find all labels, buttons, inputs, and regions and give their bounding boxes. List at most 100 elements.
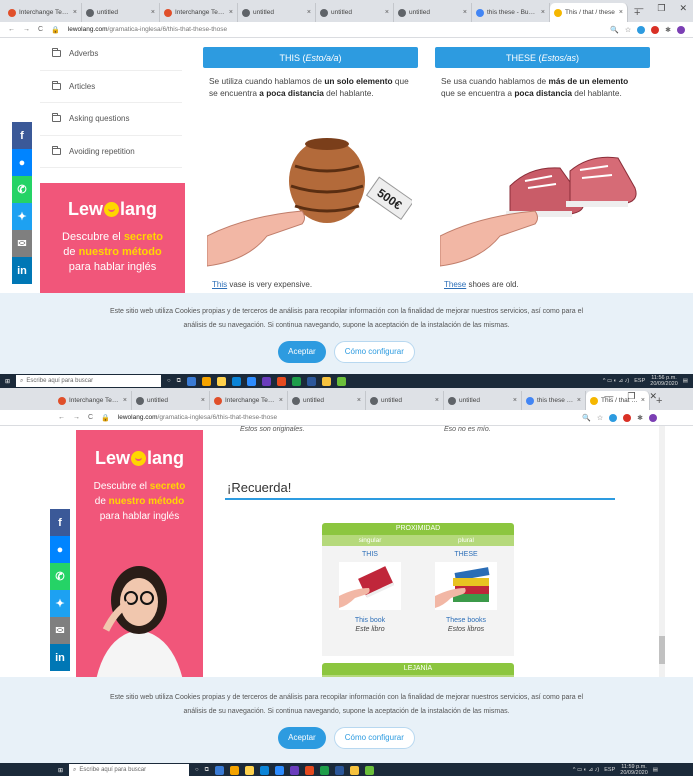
file-explorer-icon[interactable] (244, 765, 254, 775)
star-icon[interactable]: ☆ (625, 26, 631, 34)
search-icon[interactable]: 🔍 (582, 414, 591, 422)
task-view-icon[interactable]: ⧉ (205, 767, 209, 774)
avatar[interactable] (649, 413, 657, 422)
maximize-icon[interactable]: ❐ (657, 3, 665, 14)
app-icon[interactable] (319, 765, 329, 775)
back-icon[interactable]: ← (8, 26, 15, 33)
close-icon[interactable]: × (577, 397, 581, 404)
close-icon[interactable]: × (463, 9, 467, 16)
edge-icon[interactable] (214, 765, 224, 775)
opera-icon[interactable] (623, 413, 632, 422)
puzzle-icon[interactable]: ✱ (665, 26, 671, 34)
app-icon[interactable] (276, 376, 286, 386)
forward-icon[interactable]: → (73, 414, 80, 421)
search-icon[interactable]: 🔍 (610, 26, 619, 34)
messenger-icon[interactable]: ● (12, 149, 32, 176)
promo-banner[interactable]: Lew lang Descubre el secreto de nuestro m… (40, 183, 185, 295)
store-icon[interactable] (259, 765, 269, 775)
app-icon[interactable] (274, 765, 284, 775)
windows-start-icon[interactable]: ⊞ (58, 767, 63, 774)
maximize-icon[interactable]: ❐ (627, 391, 635, 402)
sidebar-item-articles[interactable]: Articles (40, 71, 182, 103)
app-icon[interactable] (321, 376, 331, 386)
whatsapp-icon[interactable]: ✆ (50, 563, 70, 590)
close-icon[interactable]: × (201, 397, 205, 404)
app-icon[interactable] (261, 376, 271, 386)
email-icon[interactable]: ✉ (50, 617, 70, 644)
close-icon[interactable]: × (541, 9, 545, 16)
close-icon[interactable]: × (435, 397, 439, 404)
scrollbar[interactable] (659, 426, 665, 680)
opera-icon[interactable] (651, 25, 660, 34)
minimize-icon[interactable]: — (604, 391, 613, 402)
close-icon[interactable]: × (151, 9, 155, 16)
linkedin-icon[interactable]: in (50, 644, 70, 671)
tray-icons[interactable]: ^ ▭ ◐ ⊿ ♪) (573, 767, 599, 773)
cortana-icon[interactable]: ○ (195, 767, 199, 773)
taskbar-search[interactable]: ⌕ Escribe aquí para buscar (16, 375, 162, 387)
tab-untitled[interactable]: untitled × (238, 3, 316, 22)
app-icon[interactable] (291, 376, 301, 386)
close-icon[interactable]: × (229, 9, 233, 16)
linkedin-icon[interactable]: in (12, 257, 32, 284)
close-icon[interactable]: × (307, 9, 311, 16)
close-icon[interactable]: × (73, 9, 77, 16)
taskbar-search[interactable]: ⌕ Escribe aquí para buscar (69, 764, 190, 776)
close-window-icon[interactable]: ✕ (649, 391, 657, 402)
word-icon[interactable] (306, 376, 316, 386)
sidebar-item-asking-questions[interactable]: Asking questions (40, 103, 182, 136)
configure-cookies-button[interactable]: Cómo configurar (333, 727, 415, 749)
tab-interchange[interactable]: Interchange Teachi × (54, 391, 132, 410)
app-icon[interactable] (246, 376, 256, 386)
tab-untitled[interactable]: untitled × (444, 391, 522, 410)
chrome-icon[interactable] (229, 765, 239, 775)
tab-interchange[interactable]: Interchange Teachi × (4, 3, 82, 22)
tab-google-search[interactable]: this these - Buscar× (472, 3, 550, 22)
accept-cookies-button[interactable]: Aceptar (278, 341, 326, 363)
tab-untitled[interactable]: untitled × (132, 391, 210, 410)
promo-banner[interactable]: Lew lang Descubre el secreto de nuestro m… (76, 430, 203, 678)
file-explorer-icon[interactable] (216, 376, 226, 386)
word-icon[interactable] (334, 765, 344, 775)
tab-untitled[interactable]: untitled × (366, 391, 444, 410)
back-icon[interactable]: ← (58, 414, 65, 421)
close-icon[interactable]: × (279, 397, 283, 404)
reload-icon[interactable]: C (38, 26, 43, 33)
edge-icon[interactable] (186, 376, 196, 386)
twitter-icon[interactable]: ✦ (50, 590, 70, 617)
minimize-icon[interactable]: — (634, 3, 643, 14)
configure-cookies-button[interactable]: Cómo configurar (333, 341, 415, 363)
star-icon[interactable]: ☆ (597, 414, 603, 422)
tab-interchange[interactable]: Interchange Teachi × (160, 3, 238, 22)
chrome-icon[interactable] (201, 376, 211, 386)
tab-this-that[interactable]: This / that / these× (550, 3, 628, 22)
tab-untitled[interactable]: untitled × (288, 391, 366, 410)
whatsapp-icon[interactable]: ✆ (12, 176, 32, 203)
messenger-icon[interactable]: ● (50, 536, 70, 563)
sidebar-item-adverbs[interactable]: Adverbs (40, 38, 182, 71)
facebook-icon[interactable]: f (50, 509, 70, 536)
puzzle-icon[interactable]: ✱ (637, 414, 643, 422)
email-icon[interactable]: ✉ (12, 230, 32, 257)
facebook-icon[interactable]: f (12, 122, 32, 149)
tab-interchange[interactable]: Interchange Teachi × (210, 391, 288, 410)
close-icon[interactable]: × (357, 397, 361, 404)
scrollbar-thumb[interactable] (659, 636, 665, 664)
tab-untitled[interactable]: untitled × (394, 3, 472, 22)
cortana-icon[interactable]: ○ (167, 378, 171, 384)
extension-icon[interactable] (609, 413, 618, 422)
windows-start-icon[interactable]: ⊞ (5, 378, 10, 385)
forward-icon[interactable]: → (23, 26, 30, 33)
accept-cookies-button[interactable]: Aceptar (278, 727, 326, 749)
tab-untitled[interactable]: untitled × (82, 3, 160, 22)
app-icon[interactable] (304, 765, 314, 775)
notification-icon[interactable]: ▤ (683, 378, 688, 384)
tab-untitled[interactable]: untitled × (316, 3, 394, 22)
close-icon[interactable]: × (123, 397, 127, 404)
app-icon[interactable] (336, 376, 346, 386)
store-icon[interactable] (231, 376, 241, 386)
url-field[interactable]: lewolang.com/gramatica-inglesa/6/this-th… (68, 26, 602, 33)
app-icon[interactable] (349, 765, 359, 775)
close-icon[interactable]: × (513, 397, 517, 404)
tab-google-search[interactable]: this these - Buscar× (522, 391, 586, 410)
